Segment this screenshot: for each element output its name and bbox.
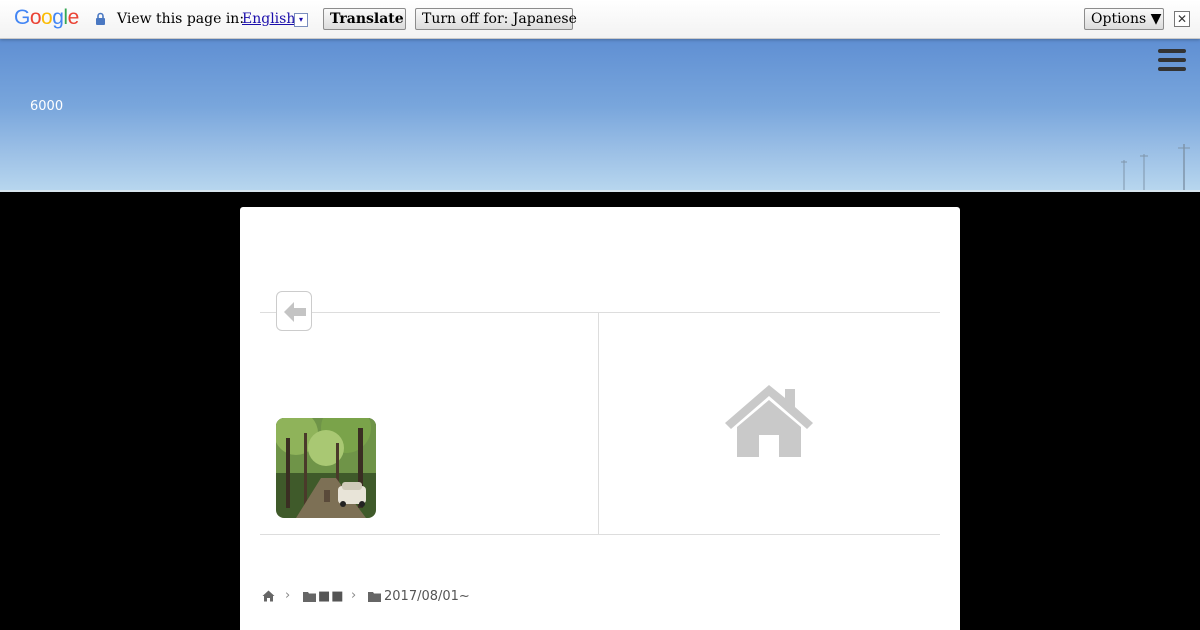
lock-icon bbox=[96, 12, 105, 25]
language-select-link[interactable]: English bbox=[242, 11, 295, 27]
language-dropdown-arrow[interactable]: ▾ bbox=[294, 13, 308, 27]
previous-post-button[interactable] bbox=[276, 291, 312, 331]
breadcrumb-category-link[interactable]: ■■ bbox=[318, 589, 345, 604]
utility-poles-decoration bbox=[1121, 144, 1190, 190]
nav-top-divider bbox=[260, 312, 940, 313]
arrow-left-icon bbox=[284, 302, 306, 322]
options-button[interactable]: Options ▼ bbox=[1084, 8, 1164, 30]
nav-center-divider bbox=[598, 312, 599, 534]
home-icon[interactable] bbox=[723, 383, 815, 459]
hamburger-menu-icon[interactable] bbox=[1158, 49, 1186, 73]
forest-road-car-image bbox=[276, 418, 376, 518]
google-translate-bar: Google View this page in: English ▾ Tran… bbox=[0, 0, 1200, 39]
breadcrumb-separator: › bbox=[285, 588, 291, 603]
turn-off-button[interactable]: Turn off for: Japanese bbox=[415, 8, 577, 30]
close-translate-bar-icon[interactable]: ✕ bbox=[1174, 11, 1190, 27]
home-icon[interactable] bbox=[262, 590, 275, 602]
breadcrumb-category-link[interactable]: 2017/08/01~ bbox=[384, 589, 470, 604]
site-title[interactable]: 6000 bbox=[30, 99, 63, 114]
site-header: 6000 bbox=[0, 39, 1200, 192]
google-logo: Google bbox=[14, 6, 79, 29]
folder-icon bbox=[368, 592, 381, 602]
breadcrumb-separator: › bbox=[351, 588, 357, 603]
folder-icon bbox=[303, 592, 316, 602]
translate-button[interactable]: Translate bbox=[323, 8, 406, 30]
view-page-label: View this page in: bbox=[117, 11, 245, 27]
nav-bottom-divider bbox=[260, 534, 940, 535]
previous-post-thumbnail[interactable] bbox=[276, 418, 376, 518]
content-card: › ■■ › 2017/08/01~ bbox=[240, 207, 960, 630]
